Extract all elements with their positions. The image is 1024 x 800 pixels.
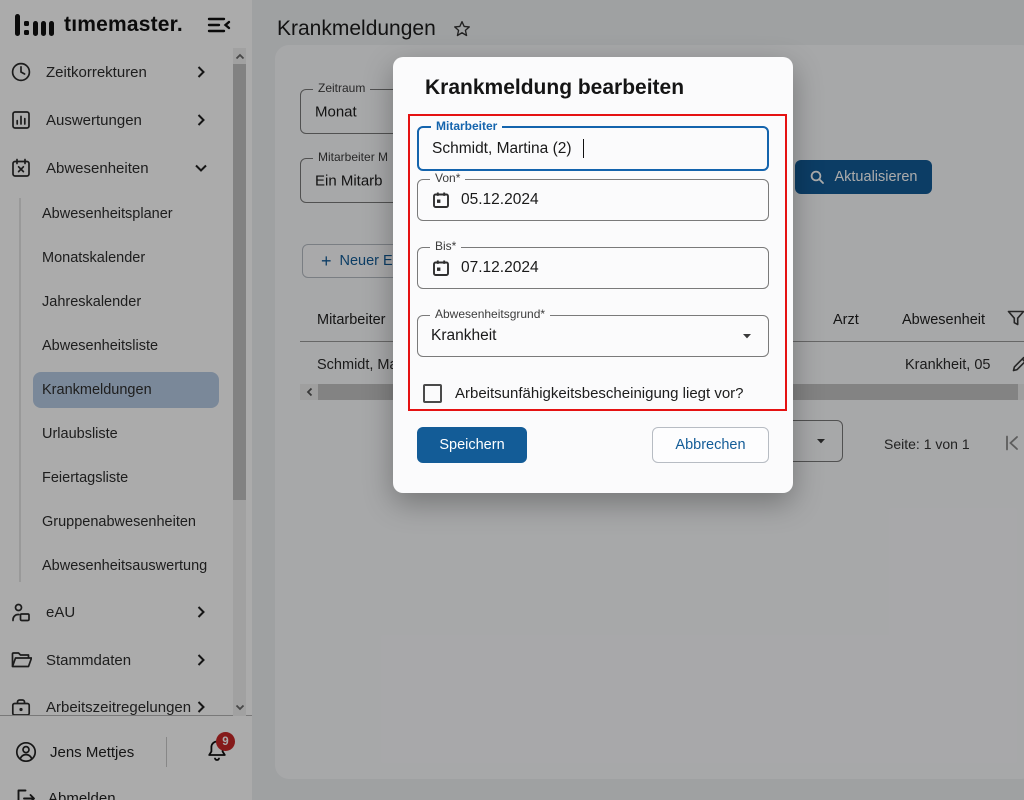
von-date-input[interactable]: Von* 05.12.2024	[417, 179, 769, 221]
bis-date-input[interactable]: Bis* 07.12.2024	[417, 247, 769, 289]
au-bescheinigung-checkbox[interactable]: Arbeitsunfähigkeitsbescheinigung liegt v…	[423, 384, 744, 403]
calendar-icon[interactable]	[431, 190, 451, 210]
mitarbeiter-input[interactable]: Mitarbeiter Schmidt, Martina (2)	[417, 126, 769, 171]
krankmeldung-bearbeiten-dialog: Krankmeldung bearbeiten Mitarbeiter Schm…	[393, 57, 793, 493]
von-value: 05.12.2024	[461, 191, 539, 209]
checkbox-icon[interactable]	[423, 384, 442, 403]
abwesenheitsgrund-select[interactable]: Abwesenheitsgrund* Krankheit	[417, 315, 769, 357]
speichern-label: Speichern	[439, 437, 504, 453]
calendar-icon[interactable]	[431, 258, 451, 278]
abwesenheitsgrund-value: Krankheit	[431, 327, 496, 345]
abbrechen-button[interactable]: Abbrechen	[652, 427, 769, 463]
mitarbeiter-input-value: Schmidt, Martina (2)	[432, 140, 572, 158]
abbrechen-label: Abbrechen	[675, 437, 745, 453]
checkbox-label: Arbeitsunfähigkeitsbescheinigung liegt v…	[455, 385, 744, 402]
bis-value: 07.12.2024	[461, 259, 539, 277]
dialog-title: Krankmeldung bearbeiten	[425, 76, 684, 100]
caret-down-icon	[740, 329, 754, 343]
speichern-button[interactable]: Speichern	[417, 427, 527, 463]
text-cursor	[583, 139, 585, 158]
